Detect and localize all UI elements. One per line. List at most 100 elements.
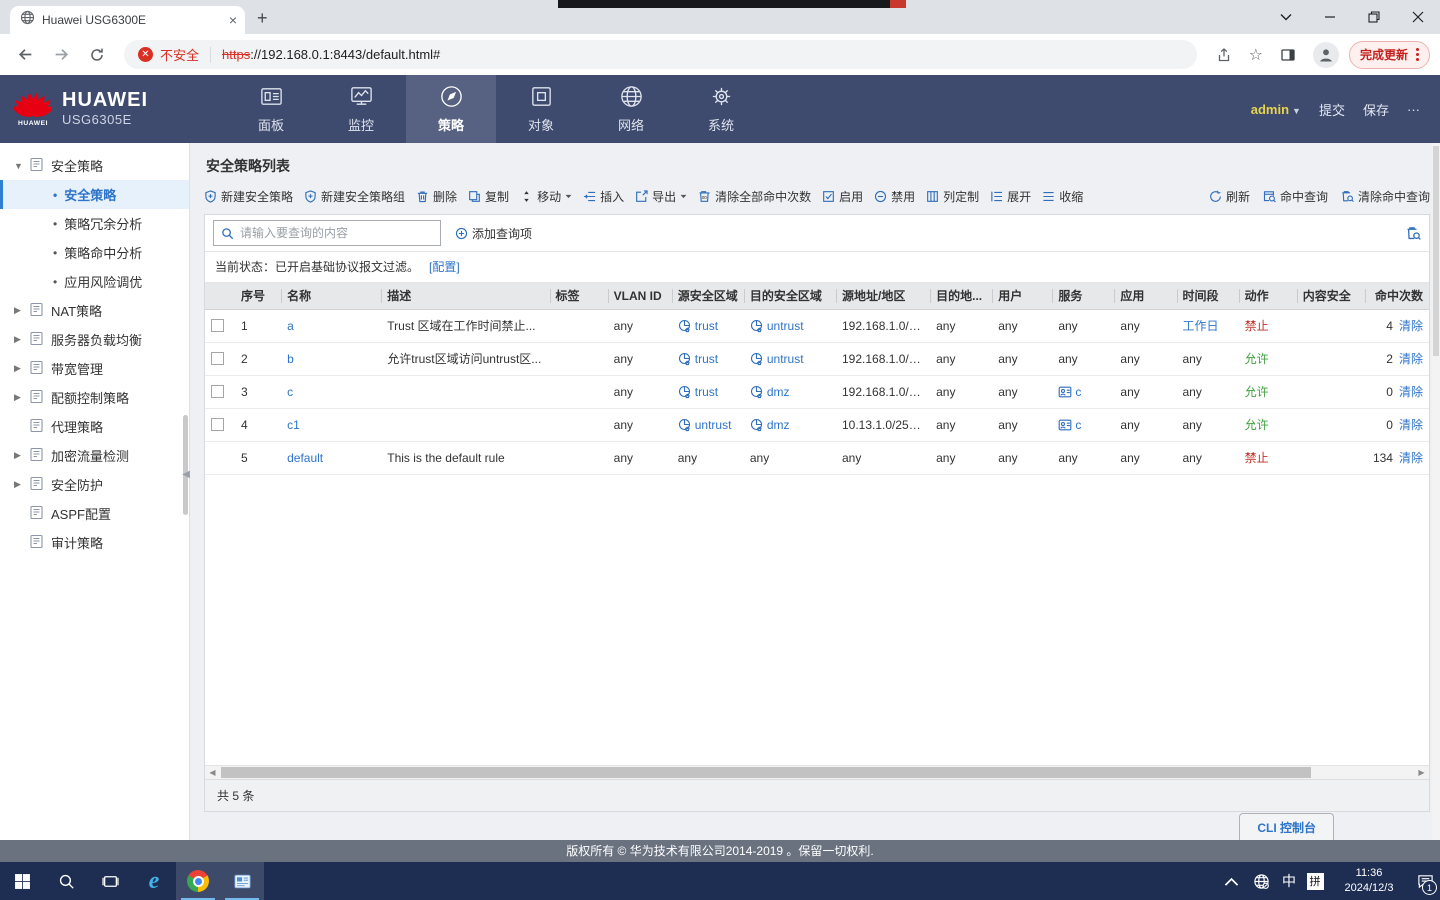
toolbar-button[interactable]: 展开 (990, 188, 1031, 205)
column-header[interactable]: 描述 (381, 283, 549, 309)
page-scrollbar[interactable] (1432, 143, 1440, 840)
column-header[interactable]: 时间段 (1177, 283, 1239, 309)
toolbar-button[interactable]: 移动 (520, 188, 572, 205)
sidebar-item[interactable]: •安全策略 (0, 180, 189, 209)
back-icon[interactable] (10, 40, 40, 70)
tree-open-icon[interactable]: ▼ (14, 161, 29, 171)
tree-closed-icon[interactable]: ▶ (14, 479, 29, 490)
sidebar-item[interactable]: 审计策略 (0, 528, 189, 557)
toolbar-button[interactable]: 新建安全策略组 (304, 188, 405, 205)
taskbar-clock[interactable]: 11:36 2024/12/3 (1328, 862, 1410, 900)
toolbar-button[interactable]: 收缩 (1042, 188, 1083, 205)
toolbar-button[interactable]: 00清除全部命中次数 (698, 188, 811, 205)
sidebar-collapse-icon[interactable]: ◀ (182, 469, 190, 480)
toolbar-button[interactable]: 禁用 (874, 188, 915, 205)
sidebar-item[interactable]: •应用风险调优 (0, 267, 189, 296)
cell-destination-zone-link[interactable]: untrust (767, 352, 804, 366)
column-header[interactable]: 源安全区域 (672, 283, 744, 309)
nav-item-compass[interactable]: 策略 (406, 75, 496, 143)
browser-tab[interactable]: Huawei USG6300E × (10, 6, 245, 34)
column-header[interactable]: 名称 (281, 283, 381, 309)
column-header[interactable]: 内容安全 (1297, 283, 1365, 309)
nav-item-dashboard[interactable]: 面板 (226, 75, 316, 143)
column-header[interactable]: 用户 (992, 283, 1052, 309)
nav-item-objects[interactable]: 对象 (496, 75, 586, 143)
column-header[interactable]: 序号 (235, 283, 281, 309)
scroll-right-icon[interactable]: ▶ (1415, 766, 1428, 779)
save-button[interactable]: 保存 (1363, 100, 1389, 119)
nav-item-globe[interactable]: 网络 (586, 75, 676, 143)
sidebar-item[interactable]: ▶加密流量检测 (0, 441, 189, 470)
toolbar-button[interactable]: 新建安全策略 (204, 188, 293, 205)
close-icon[interactable] (1396, 0, 1440, 34)
toolbar-button[interactable]: 复制 (468, 188, 509, 205)
bookmark-star-icon[interactable]: ☆ (1249, 45, 1263, 65)
minimize-icon[interactable] (1308, 0, 1352, 34)
start-button-icon[interactable] (0, 862, 44, 900)
clear-hits-link[interactable]: 清除 (1399, 418, 1423, 432)
policy-name-link[interactable]: default (287, 451, 323, 465)
toolbar-button[interactable]: 命中查询 (1263, 188, 1328, 205)
reload-icon[interactable] (82, 40, 112, 70)
column-header[interactable]: 源地址/地区 (836, 283, 930, 309)
sidebar-item[interactable]: •策略命中分析 (0, 238, 189, 267)
notes-app-icon[interactable] (220, 862, 264, 900)
clear-query-icon[interactable] (1406, 226, 1421, 241)
share-icon[interactable] (1209, 40, 1239, 70)
scroll-left-icon[interactable]: ◀ (206, 766, 219, 779)
sidebar-item[interactable]: •策略冗余分析 (0, 209, 189, 238)
service-object-link[interactable]: c (1075, 385, 1081, 399)
clear-hits-link[interactable]: 清除 (1399, 319, 1423, 333)
tab-search-icon[interactable] (1264, 0, 1308, 34)
input-language[interactable]: 中 (1276, 862, 1302, 900)
toolbar-button[interactable]: 启用 (822, 188, 863, 205)
action-center-icon[interactable]: 1 (1410, 862, 1440, 900)
time-range-link[interactable]: 工作日 (1183, 319, 1219, 333)
sidebar-item[interactable]: ▶带宽管理 (0, 354, 189, 383)
service-object-link[interactable]: c (1075, 418, 1081, 432)
cell-source-zone-link[interactable]: trust (695, 319, 718, 333)
cell-destination-zone-link[interactable]: dmz (767, 385, 790, 399)
column-header[interactable]: 动作 (1239, 283, 1297, 309)
nav-item-gear[interactable]: 系统 (676, 75, 766, 143)
clear-hits-link[interactable]: 清除 (1399, 352, 1423, 366)
ime-mode[interactable]: 拼 (1302, 862, 1328, 900)
browser-menu-icon[interactable] (1416, 48, 1419, 61)
toolbar-button[interactable]: 删除 (416, 188, 457, 205)
tab-close-icon[interactable]: × (229, 12, 237, 28)
toolbar-button[interactable]: 清除命中查询 (1341, 188, 1430, 205)
cell-source-zone-link[interactable]: trust (695, 385, 718, 399)
tree-closed-icon[interactable]: ▶ (14, 305, 29, 316)
row-checkbox[interactable] (211, 352, 224, 365)
sidebar-item[interactable]: ▼安全策略 (0, 151, 189, 180)
update-button[interactable]: 完成更新 (1349, 41, 1430, 69)
tree-closed-icon[interactable]: ▶ (14, 450, 29, 461)
network-globe-icon[interactable] (1246, 862, 1276, 900)
clear-hits-link[interactable]: 清除 (1399, 451, 1423, 465)
policy-name-link[interactable]: a (287, 319, 294, 333)
column-header[interactable]: 目的安全区域 (744, 283, 836, 309)
more-menu-icon[interactable]: ··· (1407, 102, 1420, 117)
toolbar-button[interactable]: 列定制 (926, 188, 979, 205)
toolbar-button[interactable]: 导出 (635, 188, 687, 205)
sidebar-item[interactable]: ASPF配置 (0, 499, 189, 528)
toolbar-button[interactable]: 刷新 (1209, 188, 1250, 205)
column-header[interactable]: 标签 (550, 283, 608, 309)
tree-closed-icon[interactable]: ▶ (14, 334, 29, 345)
cell-source-zone-link[interactable]: untrust (695, 418, 732, 432)
column-header[interactable]: 应用 (1114, 283, 1176, 309)
sidebar-item[interactable]: 代理策略 (0, 412, 189, 441)
row-checkbox[interactable] (211, 319, 224, 332)
clear-hits-link[interactable]: 清除 (1399, 385, 1423, 399)
cell-source-zone-link[interactable]: trust (695, 352, 718, 366)
chrome-icon[interactable] (176, 862, 220, 900)
policy-name-link[interactable]: c1 (287, 418, 300, 432)
cell-destination-zone-link[interactable]: dmz (767, 418, 790, 432)
new-tab-button[interactable]: + (257, 8, 268, 29)
tree-closed-icon[interactable]: ▶ (14, 392, 29, 403)
policy-name-link[interactable]: b (287, 352, 294, 366)
forward-icon[interactable] (46, 40, 76, 70)
url-bar[interactable]: ✕ 不安全 https://192.168.0.1:8443/default.h… (124, 40, 1197, 69)
internet-explorer-icon[interactable]: e (132, 862, 176, 900)
search-box[interactable] (213, 220, 441, 246)
